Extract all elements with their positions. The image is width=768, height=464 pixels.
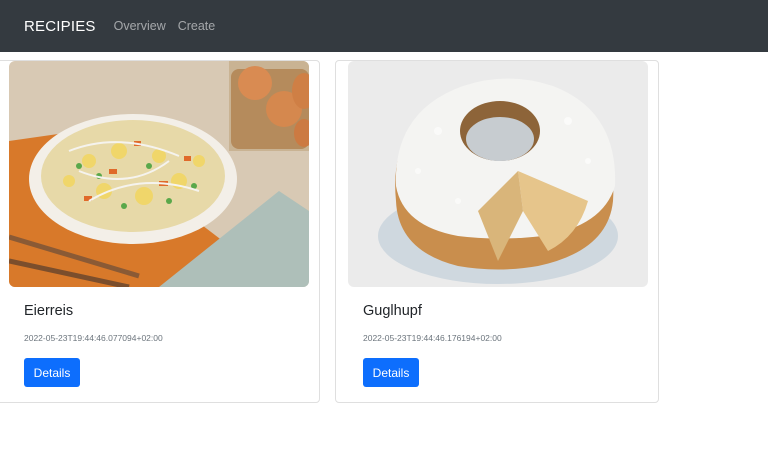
details-button[interactable]: Details (24, 358, 80, 387)
nav-link-create[interactable]: Create (178, 19, 216, 33)
nav-link-overview[interactable]: Overview (114, 19, 166, 33)
recipe-title: Guglhupf (363, 303, 422, 319)
recipe-card: Guglhupf 2022-05-23T19:44:46.176194+02:0… (335, 60, 659, 403)
navbar: RECIPIES Overview Create (0, 0, 768, 52)
recipe-image (348, 61, 648, 287)
recipe-card: Eierreis 2022-05-23T19:44:46.077094+02:0… (0, 60, 320, 403)
details-button[interactable]: Details (363, 358, 419, 387)
brand-link[interactable]: RECIPIES (24, 18, 96, 35)
recipe-date: 2022-05-23T19:44:46.077094+02:00 (24, 333, 163, 343)
recipe-date: 2022-05-23T19:44:46.176194+02:00 (363, 333, 502, 343)
recipe-title: Eierreis (24, 303, 74, 319)
recipe-image (9, 61, 309, 287)
